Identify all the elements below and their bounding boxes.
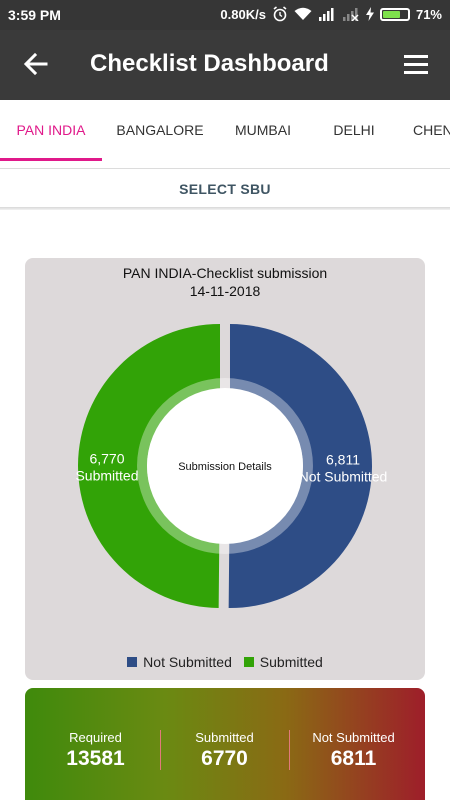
app-bar: Checklist Dashboard bbox=[0, 30, 450, 100]
legend-swatch bbox=[243, 657, 254, 667]
legend-item-submitted[interactable]: Submitted bbox=[243, 654, 323, 670]
stat-value: 6811 bbox=[330, 747, 377, 770]
tab-bangalore[interactable]: BANGALORE bbox=[106, 100, 214, 162]
select-sbu-button[interactable]: SELECT SBU bbox=[0, 170, 450, 208]
legend-label: Not Submitted bbox=[143, 654, 232, 670]
status-bar: 3:59 PM 0.80K/s 71% bbox=[0, 0, 450, 30]
stat-required: Required 13581 bbox=[29, 730, 162, 771]
stat-not-submitted: Not Submitted 6811 bbox=[287, 730, 420, 771]
donut-center-label: Submission Details bbox=[178, 461, 272, 473]
arrow-left-icon[interactable] bbox=[20, 48, 52, 80]
chart-legend: Not Submitted Submitted bbox=[25, 654, 425, 670]
battery-percent: 71% bbox=[415, 6, 442, 22]
stat-value: 6770 bbox=[201, 747, 248, 770]
status-time: 3:59 PM bbox=[8, 7, 61, 23]
city-tabs: PAN INDIA BANGALORE MUMBAI DELHI CHEN bbox=[0, 100, 450, 162]
divider bbox=[0, 207, 450, 210]
donut-chart: 6,811 Not Submitted6,770 SubmittedSubmissi… bbox=[75, 323, 387, 609]
tab-delhi[interactable]: DELHI bbox=[318, 100, 390, 162]
page-title: Checklist Dashboard bbox=[90, 50, 329, 77]
divider bbox=[0, 168, 450, 169]
tab-chennai[interactable]: CHEN bbox=[410, 100, 450, 162]
stat-label: Not Submitted bbox=[312, 730, 395, 745]
active-tab-indicator bbox=[0, 158, 102, 161]
charging-bolt-icon bbox=[365, 7, 374, 21]
stat-value: 13581 bbox=[66, 747, 125, 770]
tab-mumbai[interactable]: MUMBAI bbox=[222, 100, 304, 162]
status-icons: 0.80K/s 71% bbox=[220, 6, 442, 22]
legend-label: Submitted bbox=[259, 654, 323, 670]
stat-label: Required bbox=[69, 730, 122, 745]
chart-card: PAN INDIA-Checklist submission 14-11-201… bbox=[25, 258, 425, 680]
legend-swatch bbox=[127, 657, 138, 667]
hamburger-menu-icon[interactable] bbox=[402, 52, 430, 78]
summary-card: Required 13581 Submitted 6770 Not Submit… bbox=[25, 688, 425, 800]
network-speed: 0.80K/s bbox=[220, 6, 266, 22]
stat-submitted: Submitted 6770 bbox=[158, 730, 291, 771]
signal-no-sim-icon bbox=[342, 8, 359, 21]
signal-icon bbox=[318, 8, 334, 21]
stat-label: Submitted bbox=[195, 730, 254, 745]
tab-pan-india[interactable]: PAN INDIA bbox=[0, 100, 102, 162]
wifi-icon bbox=[294, 7, 312, 20]
legend-item-not-submitted[interactable]: Not Submitted bbox=[127, 654, 232, 670]
battery-icon bbox=[379, 7, 410, 21]
alarm-icon bbox=[273, 6, 287, 22]
